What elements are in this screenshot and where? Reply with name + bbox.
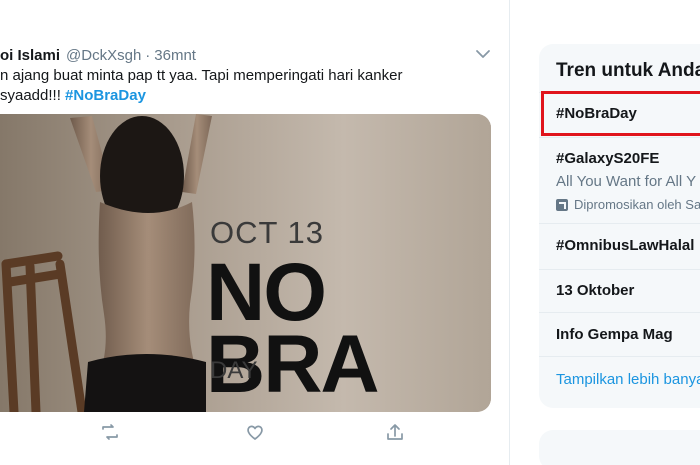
show-more-row[interactable]: Tampilkan lebih banyak [539, 356, 700, 408]
tweet: oi Islami @DckXsgh · 36mnt n ajang buat … [0, 0, 505, 465]
trend-item[interactable]: Info Gempa Mag [539, 312, 700, 356]
like-icon[interactable] [243, 420, 267, 444]
tweet-text-fragment: syaadd!!! [0, 87, 66, 104]
tweet-actions [0, 420, 491, 450]
chevron-down-icon[interactable] [472, 44, 494, 64]
promoted-text: Dipromosikan oleh Sa [574, 197, 700, 212]
author-name[interactable]: oi Islami [0, 47, 60, 64]
highlight-box [541, 91, 700, 136]
trend-name: #OmnibusLawHalal [556, 237, 695, 254]
poster-word-day: DAY [210, 357, 258, 384]
trend-item[interactable]: 13 Oktober [539, 269, 700, 312]
tweet-image[interactable]: OCT 13 NO BRA DAY [0, 114, 491, 412]
tweet-text-line: syaadd!!! #NoBraDay [0, 86, 490, 106]
poster-date-text: OCT 13 [210, 215, 324, 250]
author-handle[interactable]: @DckXsgh [66, 47, 141, 64]
retweet-icon[interactable] [98, 420, 122, 444]
column-divider [509, 0, 510, 465]
trends-title: Tren untuk Anda [556, 60, 700, 81]
show-more-link[interactable]: Tampilkan lebih banyak [556, 371, 700, 388]
tweet-header: oi Islami @DckXsgh · 36mnt [0, 44, 196, 66]
trend-item-promoted[interactable]: #GalaxyS20FE All You Want for All Y Dipr… [539, 137, 700, 223]
tweet-timestamp[interactable]: 36mnt [154, 47, 196, 64]
separator-dot: · [145, 46, 151, 64]
tweet-text: n ajang buat minta pap tt yaa. Tapi memp… [0, 66, 490, 106]
trend-item[interactable]: #OmnibusLawHalal [539, 223, 700, 269]
promoted-icon [556, 198, 568, 211]
tweet-text-line: n ajang buat minta pap tt yaa. Tapi memp… [0, 67, 403, 84]
promoted-label: Dipromosikan oleh Sa [556, 197, 700, 212]
trend-name: 13 Oktober [556, 282, 635, 299]
trend-subtitle: All You Want for All Y [556, 173, 697, 190]
trend-name: Info Gempa Mag [556, 326, 673, 343]
share-icon[interactable] [383, 420, 407, 444]
next-panel [539, 430, 700, 465]
trend-name: #GalaxyS20FE [556, 150, 660, 167]
hashtag-link[interactable]: #NoBraDay [65, 87, 146, 104]
